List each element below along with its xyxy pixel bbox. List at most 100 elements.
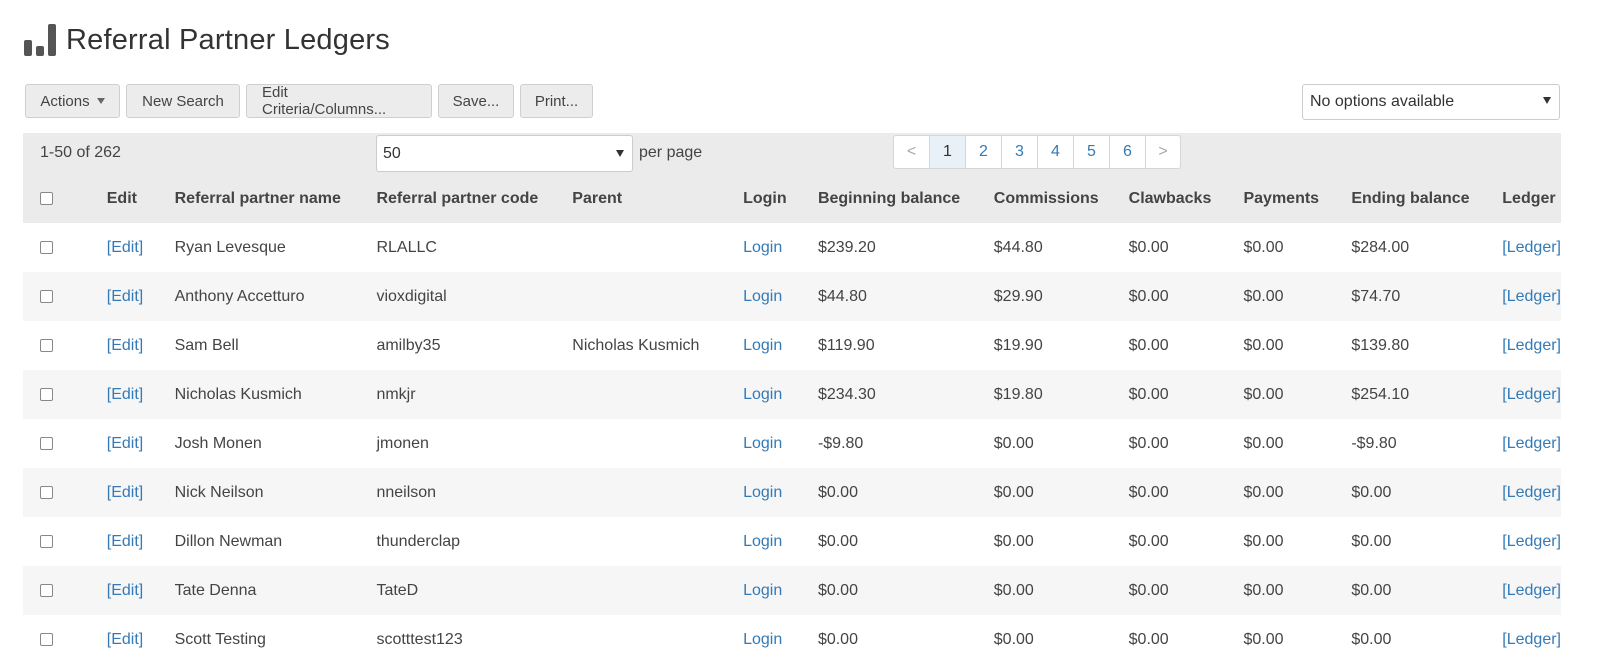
beginning-balance-cell: $234.30 xyxy=(817,370,994,419)
per-page-value: 50 xyxy=(383,144,401,162)
new-search-button[interactable]: New Search xyxy=(126,84,240,118)
row-checkbox[interactable] xyxy=(40,534,53,548)
page-button-2[interactable]: 2 xyxy=(965,135,1001,169)
clawbacks-value: $0.00 xyxy=(1128,581,1169,599)
col-clawbacks[interactable]: Clawbacks xyxy=(1128,175,1244,223)
edit-link[interactable]: [Edit] xyxy=(107,435,143,452)
page-button-1[interactable]: 1 xyxy=(929,135,965,169)
col-code[interactable]: Referral partner code xyxy=(376,175,573,223)
saved-search-select[interactable]: No options available xyxy=(1302,84,1560,120)
per-page-select[interactable]: 50 xyxy=(376,135,633,172)
page-button-4[interactable]: 4 xyxy=(1037,135,1073,169)
ledger-link[interactable]: [Ledger] xyxy=(1502,582,1561,599)
edit-link[interactable]: [Edit] xyxy=(107,337,143,354)
prev-page-button[interactable]: < xyxy=(893,135,929,169)
ledger-link[interactable]: [Ledger] xyxy=(1502,239,1561,256)
login-link[interactable]: Login xyxy=(743,288,782,305)
edit-link[interactable]: [Edit] xyxy=(107,582,143,599)
print-button[interactable]: Print... xyxy=(520,84,593,118)
actions-button[interactable]: Actions xyxy=(25,84,120,118)
partner-name-cell: Tate Denna xyxy=(174,566,377,615)
col-name[interactable]: Referral partner name xyxy=(174,175,377,223)
login-link[interactable]: Login xyxy=(743,386,782,403)
beginning-balance-cell: $0.00 xyxy=(817,517,994,566)
next-page-button[interactable]: > xyxy=(1145,135,1181,169)
row-checkbox[interactable] xyxy=(40,240,53,254)
col-parent[interactable]: Parent xyxy=(572,175,744,223)
login-link[interactable]: Login xyxy=(743,337,782,354)
ending-balance: $0.00 xyxy=(1351,630,1392,648)
edit-link-cell: [Edit] xyxy=(106,370,175,419)
ending-balance-cell: $284.00 xyxy=(1351,223,1503,272)
login-link[interactable]: Login xyxy=(743,533,782,550)
beginning-balance-cell: $0.00 xyxy=(817,615,994,658)
payments-value: $0.00 xyxy=(1243,238,1284,256)
edit-link[interactable]: [Edit] xyxy=(107,386,143,403)
row-checkbox[interactable] xyxy=(40,632,53,646)
partner-code: nneilson xyxy=(376,483,437,501)
partner-name-cell: Sam Bell xyxy=(174,321,377,370)
ledger-link[interactable]: [Ledger] xyxy=(1502,533,1561,550)
ledger-link[interactable]: [Ledger] xyxy=(1502,631,1561,648)
row-select-cell xyxy=(23,468,107,517)
ending-balance-cell: $0.00 xyxy=(1351,615,1503,658)
page-button-3[interactable]: 3 xyxy=(1001,135,1037,169)
page: Referral Partner Ledgers Actions New Sea… xyxy=(0,0,1600,658)
parent-name-cell xyxy=(572,370,744,419)
page-button-6[interactable]: 6 xyxy=(1109,135,1145,169)
table-body: [Edit] Ryan Levesque RLALLC Login $239.20 $44… xyxy=(23,223,1561,658)
clawbacks-value: $0.00 xyxy=(1128,630,1169,648)
edit-link[interactable]: [Edit] xyxy=(107,631,143,648)
parent-name-cell xyxy=(572,272,744,321)
login-link[interactable]: Login xyxy=(743,239,782,256)
page-button-5[interactable]: 5 xyxy=(1073,135,1109,169)
row-select-cell xyxy=(23,370,107,419)
ledger-link[interactable]: [Ledger] xyxy=(1502,435,1561,452)
payments-value: $0.00 xyxy=(1243,336,1284,354)
commissions-value: $0.00 xyxy=(993,532,1034,550)
ledger-link[interactable]: [Ledger] xyxy=(1502,484,1561,501)
commissions-value-cell: $0.00 xyxy=(993,419,1129,468)
clawbacks-value-cell: $0.00 xyxy=(1128,321,1244,370)
table-row: [Edit] Tate Denna TateD Login $0.00 $0.00 $0.0… xyxy=(23,566,1561,615)
commissions-value-cell: $0.00 xyxy=(993,468,1129,517)
ending-balance: $74.70 xyxy=(1351,287,1401,305)
edit-link[interactable]: [Edit] xyxy=(107,239,143,256)
edit-link[interactable]: [Edit] xyxy=(107,484,143,501)
login-link[interactable]: Login xyxy=(743,631,782,648)
login-link[interactable]: Login xyxy=(743,435,782,452)
ledger-link[interactable]: [Ledger] xyxy=(1502,288,1561,305)
parent-name-cell: Nicholas Kusmich xyxy=(572,321,744,370)
payments-value: $0.00 xyxy=(1243,287,1284,305)
col-commissions[interactable]: Commissions xyxy=(993,175,1129,223)
row-checkbox[interactable] xyxy=(40,485,53,499)
col-edit: Edit xyxy=(106,175,175,223)
partner-code-cell: TateD xyxy=(376,566,573,615)
ledger-link[interactable]: [Ledger] xyxy=(1502,386,1561,403)
edit-criteria-button[interactable]: Edit Criteria/Columns... xyxy=(246,84,432,118)
row-checkbox[interactable] xyxy=(40,583,53,597)
partner-name-cell: Dillon Newman xyxy=(174,517,377,566)
clawbacks-value: $0.00 xyxy=(1128,532,1169,550)
select-all-checkbox[interactable] xyxy=(40,192,53,206)
ending-balance-cell: $74.70 xyxy=(1351,272,1503,321)
col-beginning-balance[interactable]: Beginning balance xyxy=(817,175,994,223)
page-header: Referral Partner Ledgers xyxy=(24,20,390,60)
commissions-value: $0.00 xyxy=(993,581,1034,599)
row-checkbox[interactable] xyxy=(40,289,53,303)
row-checkbox[interactable] xyxy=(40,436,53,450)
login-link[interactable]: Login xyxy=(743,484,782,501)
col-payments[interactable]: Payments xyxy=(1243,175,1352,223)
row-checkbox[interactable] xyxy=(40,387,53,401)
commissions-value: $19.80 xyxy=(993,385,1043,403)
saved-search-select-value: No options available xyxy=(1310,93,1455,110)
save-button[interactable]: Save... xyxy=(438,84,514,118)
bar-chart-icon xyxy=(24,24,58,56)
edit-link[interactable]: [Edit] xyxy=(107,533,143,550)
col-ending-balance[interactable]: Ending balance xyxy=(1351,175,1503,223)
edit-link[interactable]: [Edit] xyxy=(107,288,143,305)
row-checkbox[interactable] xyxy=(40,338,53,352)
ledger-link-cell: [Ledger] xyxy=(1502,468,1561,517)
login-link[interactable]: Login xyxy=(743,582,782,599)
ledger-link[interactable]: [Ledger] xyxy=(1502,337,1561,354)
